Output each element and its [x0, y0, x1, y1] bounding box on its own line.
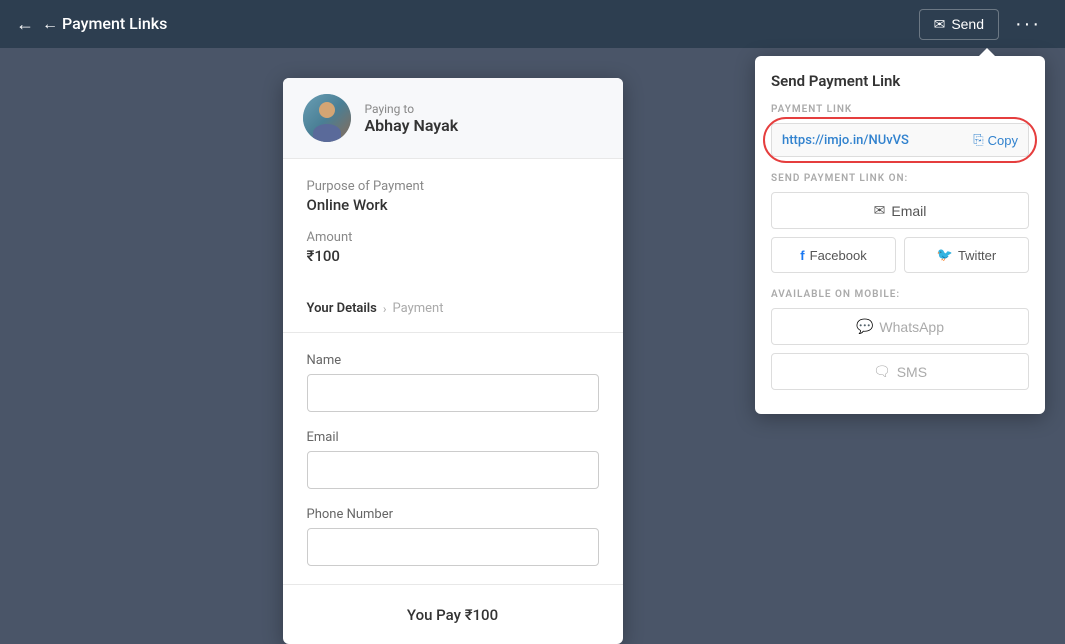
payee-header: Paying to Abhay Nayak — [283, 78, 623, 159]
email-group: Email — [307, 430, 599, 489]
payment-link-section-label: PAYMENT LINK — [771, 104, 1029, 115]
steps-nav: Your Details › Payment — [283, 301, 623, 332]
name-input[interactable] — [307, 374, 599, 412]
social-row: f Facebook 🐦 Twitter — [771, 237, 1029, 273]
avatar-image — [303, 94, 351, 142]
purpose-label: Purpose of Payment — [307, 179, 599, 194]
payment-details: Purpose of Payment Online Work Amount ₹1… — [283, 159, 623, 301]
header: ← ← Payment Links ✉ Send ··· — [0, 0, 1065, 48]
send-panel: Send Payment Link PAYMENT LINK https://i… — [755, 56, 1045, 414]
send-button[interactable]: ✉ Send — [919, 9, 999, 40]
purpose-value: Online Work — [307, 196, 599, 214]
amount-label: Amount — [307, 230, 599, 245]
you-pay-text: You Pay ₹100 — [407, 606, 498, 624]
whatsapp-button[interactable]: 💬 WhatsApp — [771, 308, 1029, 345]
payee-info: Paying to Abhay Nayak — [365, 102, 459, 135]
divider — [283, 332, 623, 333]
twitter-icon: 🐦 — [937, 247, 953, 263]
facebook-button[interactable]: f Facebook — [771, 237, 896, 273]
amount-group: Amount ₹100 — [307, 230, 599, 265]
name-label: Name — [307, 353, 599, 368]
amount-value: ₹100 — [307, 247, 599, 265]
payment-card: Paying to Abhay Nayak Purpose of Payment… — [283, 78, 623, 644]
name-group: Name — [307, 353, 599, 412]
header-title: ← Payment Links — [42, 14, 167, 34]
form-section: Name Email Phone Number — [283, 353, 623, 566]
purpose-group: Purpose of Payment Online Work — [307, 179, 599, 214]
step2-label: Payment — [392, 301, 443, 316]
send-on-label: SEND PAYMENT LINK ON: — [771, 173, 1029, 184]
payee-name: Abhay Nayak — [365, 116, 459, 135]
phone-input[interactable] — [307, 528, 599, 566]
main-content: Paying to Abhay Nayak Purpose of Payment… — [0, 48, 1065, 627]
email-label: Email — [307, 430, 599, 445]
paying-to-label: Paying to — [365, 102, 459, 116]
card-footer: You Pay ₹100 — [283, 584, 623, 644]
facebook-icon: f — [800, 248, 804, 263]
back-arrow-icon: ← — [16, 14, 34, 35]
copy-icon: ⎘ — [973, 132, 983, 148]
back-button[interactable]: ← ← Payment Links — [16, 14, 167, 35]
email-share-icon: ✉ — [874, 202, 886, 219]
more-button[interactable]: ··· — [1007, 9, 1049, 40]
phone-label: Phone Number — [307, 507, 599, 522]
sms-icon: 🗨 — [873, 363, 891, 380]
email-icon: ✉ — [934, 16, 946, 33]
panel-title: Send Payment Link — [771, 72, 1029, 90]
payment-link-url[interactable]: https://imjo.in/NUvVS — [782, 133, 909, 148]
whatsapp-icon: 💬 — [856, 318, 873, 335]
step1-label: Your Details — [307, 301, 377, 316]
link-box-wrapper: https://imjo.in/NUvVS ⎘ Copy — [771, 123, 1029, 157]
header-actions: ✉ Send ··· — [919, 9, 1049, 40]
link-box: https://imjo.in/NUvVS ⎘ Copy — [771, 123, 1029, 157]
twitter-button[interactable]: 🐦 Twitter — [904, 237, 1029, 273]
email-share-button[interactable]: ✉ Email — [771, 192, 1029, 229]
sms-button[interactable]: 🗨 SMS — [771, 353, 1029, 390]
phone-group: Phone Number — [307, 507, 599, 566]
copy-button[interactable]: ⎘ Copy — [973, 132, 1018, 148]
email-input[interactable] — [307, 451, 599, 489]
step-chevron-icon: › — [383, 302, 387, 316]
avatar — [303, 94, 351, 142]
mobile-section-label: AVAILABLE ON MOBILE: — [771, 289, 1029, 300]
